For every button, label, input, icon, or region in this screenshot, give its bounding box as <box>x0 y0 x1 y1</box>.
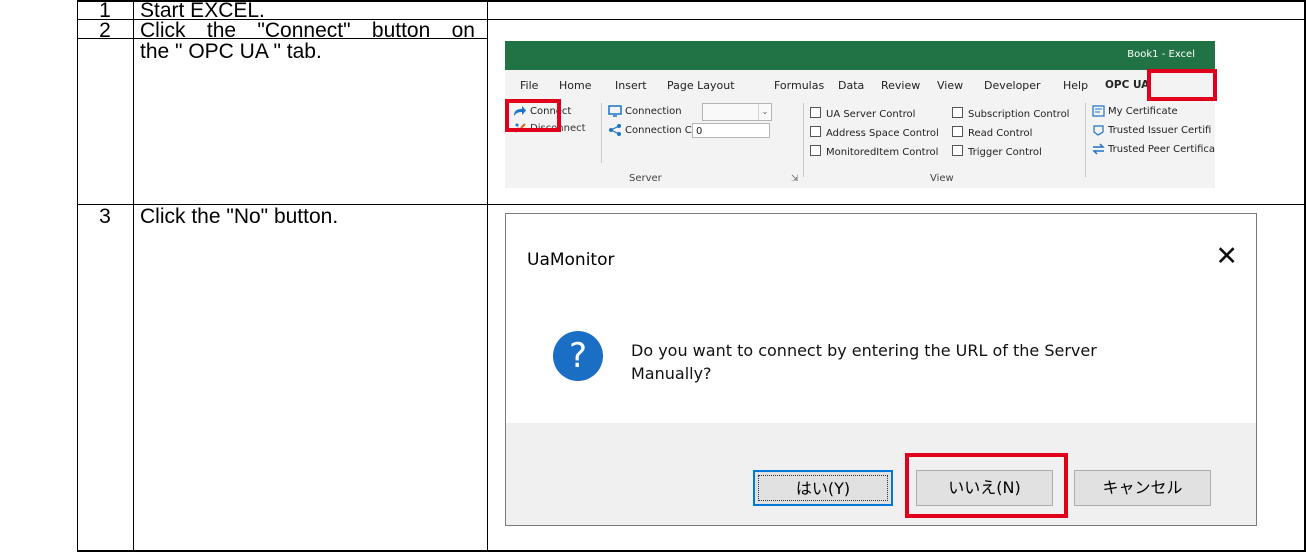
checkbox-label: Subscription Control <box>968 109 1070 120</box>
group-separator <box>1085 103 1086 177</box>
checkbox-box[interactable] <box>952 126 963 137</box>
checkbox-monitoreditem-control[interactable]: MonitoredItem Control <box>810 145 938 158</box>
tab-opc-ua[interactable]: OPC UA <box>1105 79 1149 91</box>
server-group-label: Server <box>629 173 662 184</box>
tab-developer[interactable]: Developer <box>984 79 1041 92</box>
step-description: Click the "Connect" button on the " OPC … <box>140 20 475 62</box>
checkbox-label: Read Control <box>968 128 1033 139</box>
tab-insert[interactable]: Insert <box>615 79 647 92</box>
tab-home[interactable]: Home <box>559 79 591 92</box>
trusted-peer-label: Trusted Peer Certifica <box>1108 144 1215 155</box>
step-description: Click the "No" button. <box>140 205 339 228</box>
dialog-title: UaMonitor <box>527 250 615 270</box>
checkbox-box[interactable] <box>810 107 821 118</box>
monitor-icon <box>608 105 622 117</box>
connection-count-field[interactable]: 0 <box>692 123 770 138</box>
step-number: 1 <box>99 0 111 22</box>
chevron-down-icon[interactable]: ⌄ <box>758 104 771 120</box>
tab-view[interactable]: View <box>937 79 963 92</box>
dialog-launcher-icon[interactable]: ⇲ <box>791 174 799 184</box>
close-icon[interactable]: ✕ <box>1215 241 1238 272</box>
checkbox-read-control[interactable]: Read Control <box>952 126 1032 139</box>
checkbox-subscription-control[interactable]: Subscription Control <box>952 107 1069 120</box>
table-border-left <box>77 0 78 552</box>
tab-page-layout[interactable]: Page Layout <box>667 79 735 92</box>
share-icon <box>609 124 621 136</box>
tab-data[interactable]: Data <box>838 79 864 92</box>
cancel-button[interactable]: キャンセル <box>1074 470 1211 506</box>
trusted-issuer-button[interactable]: Trusted Issuer Certifi <box>1092 124 1211 136</box>
tab-file[interactable]: File <box>520 79 538 92</box>
tab-formulas[interactable]: Formulas <box>774 79 824 92</box>
group-separator <box>601 103 602 163</box>
checkbox-ua-server-control[interactable]: UA Server Control <box>810 107 915 120</box>
tab-help[interactable]: Help <box>1063 79 1088 92</box>
highlight-opc-ua-tab <box>1147 69 1217 101</box>
group-separator <box>803 103 804 177</box>
excel-title-bar: Book1 - Excel <box>505 41 1215 70</box>
cancel-button-label: キャンセル <box>1102 478 1183 497</box>
checkbox-trigger-control[interactable]: Trigger Control <box>952 145 1042 158</box>
checkbox-address-space-control[interactable]: Address Space Control <box>810 126 939 139</box>
highlight-no-button <box>905 453 1068 518</box>
swap-arrows-icon <box>1092 143 1105 155</box>
step-description-line: the " OPC UA " tab. <box>140 40 322 63</box>
dialog-message-line: Do you want to connect by entering the U… <box>631 341 1097 360</box>
checkbox-label: UA Server Control <box>826 109 916 120</box>
tab-review[interactable]: Review <box>881 79 920 92</box>
window-title: Book1 - Excel <box>1127 49 1195 60</box>
checkbox-box[interactable] <box>810 145 821 156</box>
trusted-peer-button[interactable]: Trusted Peer Certifica <box>1092 143 1215 155</box>
checkbox-box[interactable] <box>810 126 821 137</box>
excel-ribbon: Book1 - Excel File Home Insert Page Layo… <box>505 41 1215 188</box>
dialog-message: Do you want to connect by entering the U… <box>631 339 1097 385</box>
yes-button[interactable]: はい(Y) <box>753 470 893 506</box>
column-divider <box>487 0 488 552</box>
dialog-message-line: Manually? <box>631 364 712 383</box>
focus-rect <box>758 475 888 501</box>
highlight-connect-button <box>505 99 561 132</box>
ribbon-body: Connect Disconnect Connection ⌄ Connecti… <box>505 97 1215 188</box>
ribbon-tabs: File Home Insert Page Layout Formulas Da… <box>505 70 1215 96</box>
checkbox-box[interactable] <box>952 145 963 156</box>
checkbox-label: MonitoredItem Control <box>826 147 939 158</box>
question-icon: ? <box>553 331 603 381</box>
checkbox-label: Trigger Control <box>968 147 1042 158</box>
step-number: 2 <box>99 19 111 42</box>
step-number: 3 <box>99 205 111 228</box>
checkbox-label: Address Space Control <box>826 128 939 139</box>
certificate-icon <box>1092 105 1105 117</box>
dialog-button-bar: はい(Y) いいえ(N) キャンセル <box>506 423 1256 525</box>
connection-label: Connection <box>608 105 682 117</box>
my-certificate-button[interactable]: My Certificate <box>1092 105 1178 117</box>
my-certificate-label: My Certificate <box>1108 106 1178 117</box>
step-description-line: Click the "Connect" button on <box>140 19 475 42</box>
uamonitor-dialog: UaMonitor ✕ ? Do you want to connect by … <box>505 213 1257 526</box>
connection-combobox[interactable]: ⌄ <box>702 103 772 121</box>
trusted-issuer-icon <box>1093 125 1104 136</box>
connection-text: Connection <box>625 106 682 117</box>
column-divider <box>133 0 134 552</box>
checkbox-box[interactable] <box>952 107 963 118</box>
trusted-issuer-label: Trusted Issuer Certifi <box>1108 125 1212 136</box>
view-group-label: View <box>930 173 954 184</box>
step-description: Start EXCEL. <box>140 0 265 22</box>
